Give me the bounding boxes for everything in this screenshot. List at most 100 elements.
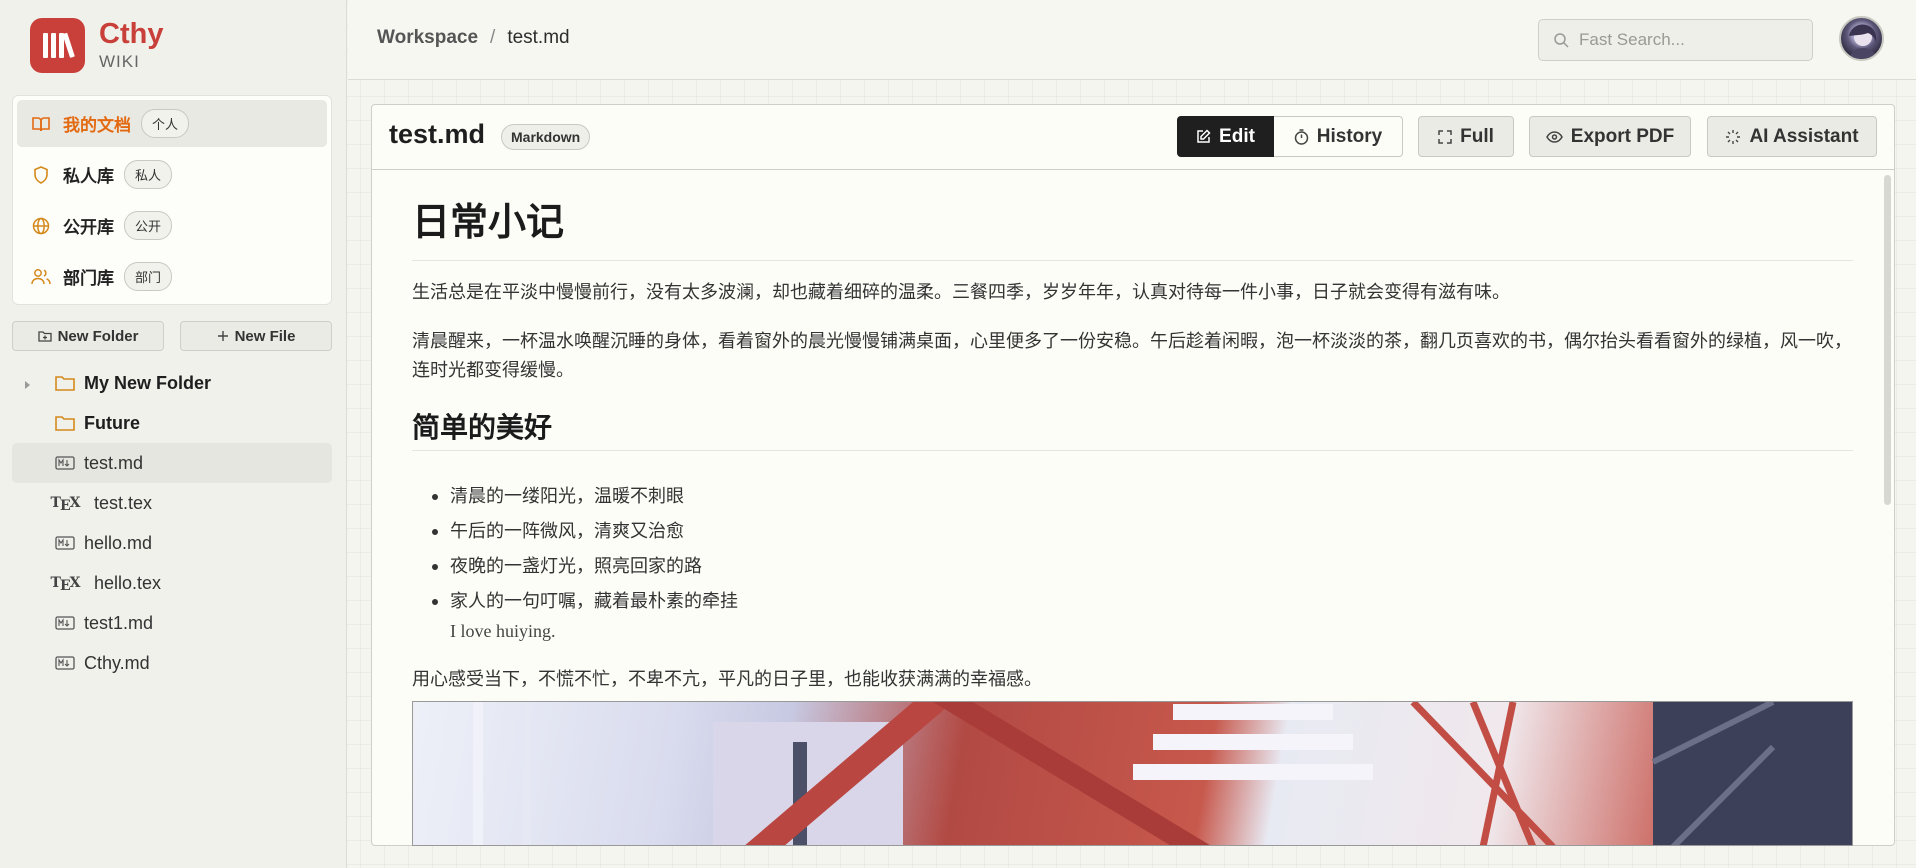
doc-image [412, 701, 1853, 846]
plus-icon [217, 331, 228, 341]
full-label: Full [1460, 125, 1494, 147]
markdown-file-icon [54, 653, 76, 673]
doc-paragraph-1: 生活总是在平淡中慢慢前行，没有太多波澜，却也藏着细碎的温柔。三餐四季，岁岁年年，… [412, 282, 1510, 302]
full-button[interactable]: Full [1418, 116, 1514, 157]
edit-label: Edit [1219, 125, 1255, 147]
tree-label: Cthy.md [84, 653, 150, 673]
ai-assistant-button[interactable]: AI Assistant [1707, 116, 1877, 157]
tree-label: test.tex [94, 493, 153, 513]
breadcrumb: Workspace / test.md [377, 27, 570, 49]
document-toolbar: test.md Markdown Edit History Full Expor… [372, 105, 1894, 170]
document-title: test.md [389, 119, 486, 149]
sidebar: Cthy WIKI 我的文档 个人 私人库 私人 公开库 公开 部门库 部门 N… [0, 0, 347, 868]
tree-folder[interactable]: Future [12, 403, 332, 443]
search-input[interactable] [1579, 30, 1799, 50]
new-file-button[interactable]: New File [180, 321, 332, 351]
shield-icon [31, 165, 51, 185]
search-icon [1554, 33, 1569, 48]
library-nav: 我的文档 个人 私人库 私人 公开库 公开 部门库 部门 [12, 95, 332, 305]
edit-button[interactable]: Edit [1177, 116, 1274, 157]
library-item-department[interactable]: 部门库 部门 [17, 253, 327, 300]
tex-file-icon: TEX [50, 495, 81, 514]
brand-logo-icon [30, 17, 85, 73]
folder-icon [54, 373, 76, 393]
library-tag: 个人 [141, 109, 190, 138]
ai-assistant-label: AI Assistant [1749, 125, 1859, 147]
tree-folder[interactable]: My New Folder [12, 363, 332, 403]
markdown-file-icon [54, 453, 76, 473]
eye-icon [1545, 130, 1563, 143]
fullscreen-icon [1438, 129, 1452, 144]
users-icon [31, 267, 51, 287]
library-item-public[interactable]: 公开库 公开 [17, 202, 327, 249]
library-item-private[interactable]: 私人库 私人 [17, 151, 327, 198]
folder-icon [54, 413, 76, 433]
mode-toggle: Edit History [1177, 116, 1403, 157]
content-scrollbar[interactable] [1884, 175, 1891, 505]
chevron-right-icon[interactable] [22, 377, 32, 395]
library-label: 公开库 [63, 218, 114, 237]
brand-name: Cthy [99, 18, 164, 50]
timer-icon [1294, 128, 1309, 145]
new-folder-label: New Folder [57, 327, 139, 345]
sidebar-actions: New Folder New File [12, 321, 332, 351]
fullscreen-group: Full [1418, 116, 1514, 157]
list-item: 家人的一句叮嘱，藏着最朴素的牵挂 [432, 584, 738, 619]
export-group: Export PDF [1529, 116, 1691, 157]
tree-label: test.md [84, 453, 144, 473]
doc-heading-2: 简单的美好 [412, 406, 1853, 451]
tree-file[interactable]: test.md [12, 443, 332, 483]
library-label: 部门库 [63, 269, 114, 288]
tree-file[interactable]: TEX test.tex [12, 483, 332, 523]
export-pdf-button[interactable]: Export PDF [1529, 116, 1691, 157]
document-type-badge: Markdown [501, 124, 591, 150]
user-avatar[interactable] [1839, 16, 1884, 61]
document-content[interactable]: 日常小记 生活总是在平淡中慢慢前行，没有太多波澜，却也藏着细碎的温柔。三餐四季，… [412, 171, 1853, 846]
tree-file[interactable]: Cthy.md [12, 643, 332, 683]
breadcrumb-root[interactable]: Workspace [377, 27, 478, 49]
tree-file[interactable]: test1.md [12, 603, 332, 643]
export-pdf-label: Export PDF [1570, 125, 1675, 147]
edit-icon [1197, 129, 1211, 143]
tree-label: test1.md [84, 613, 154, 633]
doc-paragraph-3: 用心感受当下，不慌不忙，不卑不亢，平凡的日子里，也能收获满满的幸福感。 [412, 669, 1042, 689]
document-panel: test.md Markdown Edit History Full Expor… [371, 104, 1895, 846]
library-tag: 部门 [124, 262, 173, 291]
breadcrumb-current: test.md [507, 27, 570, 48]
book-open-icon [31, 114, 51, 134]
library-label: 我的文档 [63, 116, 131, 135]
markdown-file-icon [54, 533, 76, 553]
tree-file[interactable]: hello.md [12, 523, 332, 563]
new-file-label: New File [234, 327, 296, 345]
list-item: 夜晚的一盏灯光，照亮回家的路 [432, 549, 738, 584]
new-folder-button[interactable]: New Folder [12, 321, 164, 351]
list-item: 午后的一阵微风，清爽又治愈 [432, 514, 738, 549]
brand[interactable]: Cthy WIKI [30, 17, 163, 73]
search-box[interactable] [1538, 19, 1813, 61]
tree-label: hello.tex [94, 573, 162, 593]
folder-plus-icon [37, 331, 52, 342]
doc-inline-line: I love huiying. [450, 621, 556, 641]
tex-file-icon: TEX [50, 575, 81, 594]
list-item: 清晨的一缕阳光，温暖不刺眼 [432, 479, 738, 514]
library-tag: 私人 [124, 160, 173, 189]
globe-icon [31, 216, 51, 236]
history-label: History [1316, 125, 1383, 147]
tree-label: Future [84, 413, 140, 433]
doc-bullet-list: 清晨的一缕阳光，温暖不刺眼 午后的一阵微风，清爽又治愈 夜晚的一盏灯光，照亮回家… [432, 479, 738, 619]
top-header: Workspace / test.md [348, 0, 1916, 80]
ai-group: AI Assistant [1707, 116, 1877, 157]
doc-heading-1: 日常小记 [412, 191, 1853, 261]
library-label: 私人库 [63, 167, 114, 186]
tree-label: hello.md [84, 533, 153, 553]
file-tree: My New Folder Future test.md TEX test.te… [12, 363, 332, 683]
tree-label: My New Folder [84, 373, 212, 393]
doc-paragraph-2: 清晨醒来，一杯温水唤醒沉睡的身体，看着窗外的晨光慢慢铺满桌面，心里便多了一份安稳… [412, 331, 1852, 380]
history-button[interactable]: History [1274, 116, 1403, 157]
library-item-my-docs[interactable]: 我的文档 个人 [17, 100, 327, 147]
breadcrumb-separator: / [490, 27, 496, 48]
brand-subtitle: WIKI [99, 52, 140, 71]
sparkle-icon [1726, 129, 1741, 144]
markdown-file-icon [54, 613, 76, 633]
tree-file[interactable]: TEX hello.tex [12, 563, 332, 603]
